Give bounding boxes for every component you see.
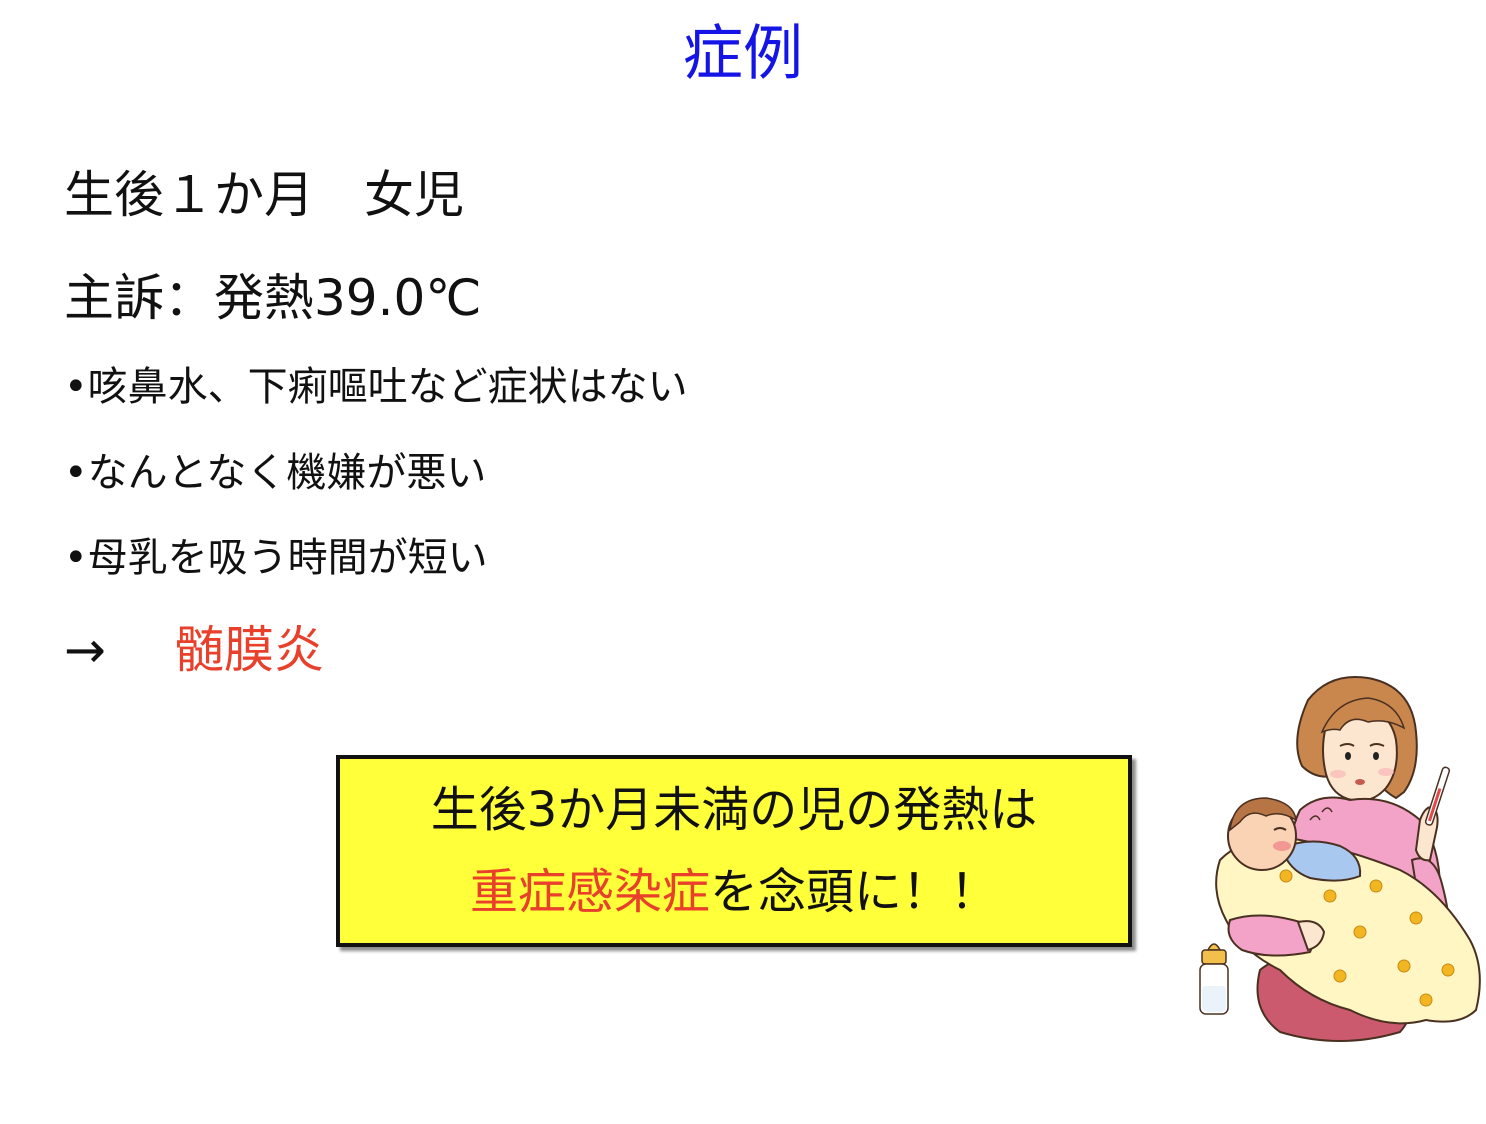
bullet-item: •なんとなく機嫌が悪い <box>64 450 487 496</box>
callout-highlight: 重症感染症 <box>469 864 710 920</box>
diagnosis-text: 髄膜炎 <box>174 621 324 679</box>
right-arrow-icon: → <box>64 621 106 679</box>
callout-line-2-rest: を念頭に！！ <box>710 864 999 920</box>
chief-complaint: 主訴：発熱39.0℃ <box>64 269 482 327</box>
warning-callout-box: 生後3か月未満の児の発熱は 重症感染症を念頭に！！ <box>336 755 1132 947</box>
callout-line-1: 生後3か月未満の児の発熱は <box>430 782 1038 838</box>
slide-title: 症例 <box>683 19 803 89</box>
mother-baby-illustration <box>1199 676 1481 1042</box>
baby-bottle-icon <box>1199 943 1229 1015</box>
conclusion-line: → 髄膜炎 <box>64 620 324 680</box>
callout-line-2: 重症感染症を念頭に！！ <box>340 863 1128 921</box>
bullet-item: •咳鼻水、下痢嘔吐など症状はない <box>64 364 688 410</box>
bullet-item: •母乳を吸う時間が短い <box>64 535 488 581</box>
patient-info: 生後１か月 女児 <box>64 166 464 224</box>
